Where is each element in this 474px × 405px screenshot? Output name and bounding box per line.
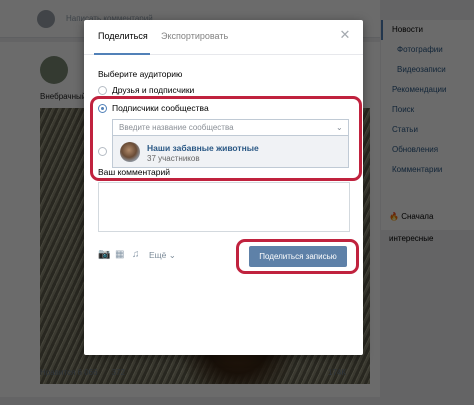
right-menu: Новости Фотографии Видеозаписи Рекоменда… (381, 20, 474, 230)
post-actions: Нравится 6 066 372 (40, 368, 125, 377)
menu-photos: Фотографии (397, 45, 443, 54)
like-count: Нравится 6 066 (40, 368, 98, 377)
tab-export[interactable]: Экспортировать (161, 31, 228, 41)
post-caption: Внебрачный (40, 92, 87, 101)
tab-share-underline (94, 53, 150, 55)
comment-count: 372 (111, 368, 125, 377)
comment-textarea[interactable] (98, 182, 350, 232)
fire-icon: 🔥 (389, 212, 399, 221)
view-count: 174К (328, 368, 347, 377)
radio-friends-label[interactable]: Друзья и подписчики (112, 85, 194, 95)
post-avatar (40, 56, 68, 84)
interesting-first: 🔥 Сначала интересные (381, 206, 474, 243)
dialog-tabs: Поделиться Экспортировать ✕ (84, 20, 363, 55)
menu-search: Поиск (392, 105, 415, 114)
highlight-community-options (90, 96, 362, 181)
close-icon[interactable]: ✕ (338, 28, 352, 42)
menu-news: Новости (381, 20, 474, 40)
tab-share[interactable]: Поделиться (98, 31, 148, 41)
highlight-share-button (236, 239, 359, 274)
menu-comments: Комментарии (392, 165, 443, 174)
music-icon[interactable]: ♫ (132, 249, 140, 260)
menu-updates: Обновления (392, 145, 439, 154)
menu-recommendations: Рекомендации (392, 85, 447, 94)
audience-label: Выберите аудиторию (98, 69, 183, 79)
avatar (37, 10, 55, 28)
share-dialog: Поделиться Экспортировать ✕ Выберите ауд… (84, 20, 363, 355)
video-icon[interactable]: ▦ (115, 249, 124, 260)
menu-videos: Видеозаписи (397, 65, 446, 74)
menu-articles: Статьи (392, 125, 418, 134)
radio-friends[interactable] (98, 86, 107, 95)
camera-icon[interactable]: 📷 (98, 249, 110, 260)
more-attachments-button[interactable]: Ещё ⌄ (149, 250, 176, 261)
